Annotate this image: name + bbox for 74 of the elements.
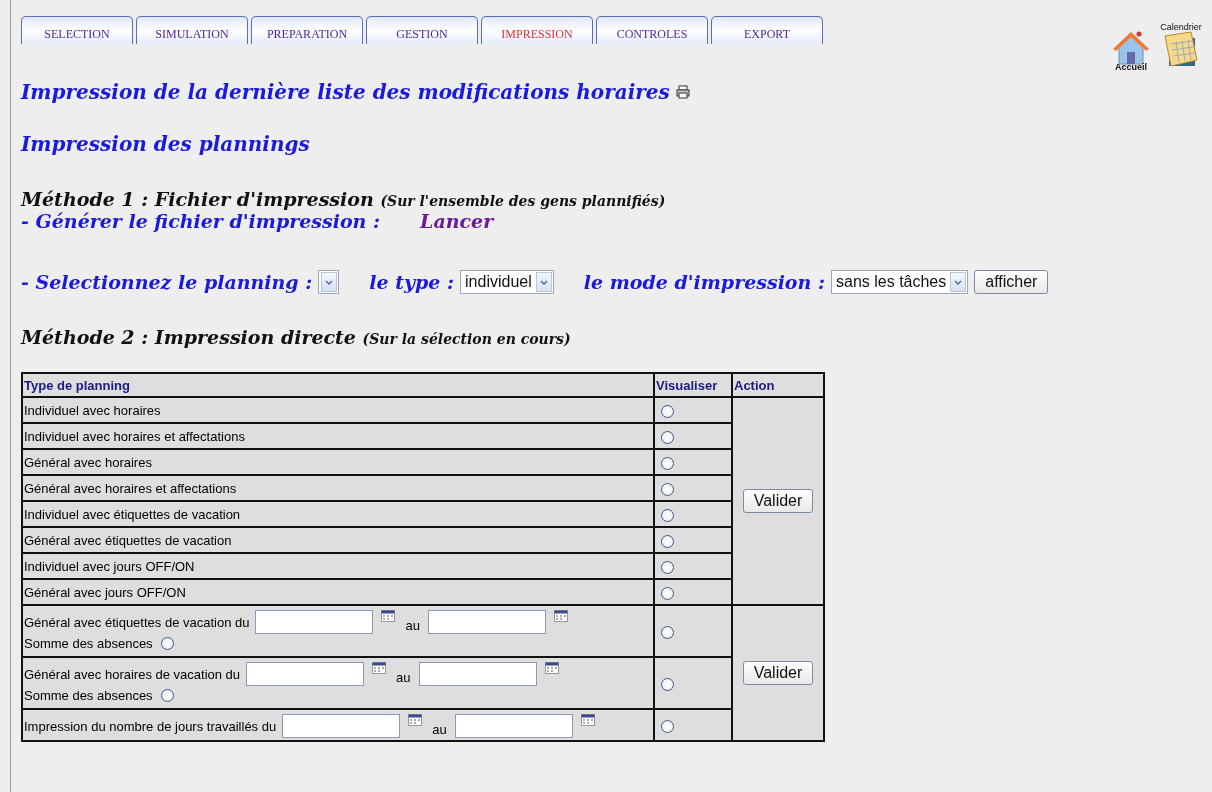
print-mode-select[interactable]: sans les tâches: [831, 270, 969, 294]
view-radio[interactable]: [661, 534, 674, 548]
start-date-field[interactable]: [255, 610, 374, 634]
view-radio[interactable]: [661, 677, 674, 691]
calendar-shortcut[interactable]: Calendrier: [1158, 18, 1204, 74]
planning-type-label: Général avec horaires: [24, 454, 152, 470]
last-modifications-link[interactable]: Impression de la dernière liste des modifications horaires: [21, 80, 670, 104]
view-radio[interactable]: [661, 482, 674, 496]
to-label: au: [405, 616, 420, 633]
nav-tab[interactable]: CONTROLES: [596, 16, 708, 44]
calendar-icon: [1161, 28, 1201, 68]
view-radio[interactable]: [661, 404, 674, 418]
planning-type-label: Individuel avec jours OFF/ON: [24, 558, 195, 574]
start-date-field[interactable]: [282, 714, 401, 738]
method-note: (Sur l'ensemble des gens plannifiés): [380, 193, 666, 209]
absence-sum-radio[interactable]: [160, 689, 174, 702]
nav-tab[interactable]: GESTION: [366, 16, 478, 44]
method-title: Méthode 1 : Fichier d'impression: [21, 188, 374, 210]
view-radio[interactable]: [661, 586, 674, 600]
calendar-icon[interactable]: [372, 662, 387, 674]
caret-icon: [539, 279, 548, 285]
home-shortcut[interactable]: Accueil: [1108, 18, 1154, 74]
view-radio[interactable]: [661, 456, 674, 470]
view-radio[interactable]: [661, 625, 674, 639]
column-header: Action: [732, 373, 824, 397]
absence-sum-label: Somme des absences: [24, 636, 153, 651]
view-radio[interactable]: [661, 508, 674, 522]
view-radio[interactable]: [661, 430, 674, 444]
caret-icon: [325, 279, 334, 285]
print-mode-label: le mode d'impression :: [583, 271, 825, 293]
nav-tab[interactable]: PREPARATION: [251, 16, 363, 44]
calendar-icon[interactable]: [408, 714, 423, 726]
end-date-field[interactable]: [418, 662, 537, 686]
launch-link[interactable]: Lancer: [420, 210, 494, 232]
calendar-icon[interactable]: [544, 662, 559, 674]
planning-type-label: Général avec étiquettes de vacation du: [24, 614, 250, 630]
method-note: (Sur la sélection en cours): [362, 331, 571, 347]
type-select[interactable]: individuel: [460, 270, 554, 294]
validate-button[interactable]: Valider: [742, 661, 814, 685]
planning-type-label: Impression du nombre de jours travaillés du: [24, 718, 277, 734]
nav-tab[interactable]: IMPRESSION: [481, 16, 593, 44]
absence-sum-radio[interactable]: [160, 637, 174, 650]
section-title: Impression des plannings: [21, 132, 311, 156]
planning-type-label: Général avec horaires de vacation du: [24, 666, 241, 682]
column-header: Visualiser: [654, 373, 732, 397]
calendar-icon[interactable]: [580, 714, 595, 726]
method-title: Méthode 2 : Impression directe: [21, 326, 356, 348]
to-label: au: [432, 720, 447, 737]
caret-icon: [954, 279, 963, 285]
printer-icon[interactable]: [675, 85, 690, 99]
start-date-field[interactable]: [246, 662, 365, 686]
nav-tab[interactable]: SIMULATION: [136, 16, 248, 44]
end-date-field[interactable]: [454, 714, 573, 738]
column-header: Type de planning: [22, 373, 654, 397]
generate-label: - Générer le fichier d'impression :: [21, 210, 381, 232]
calendar-icon[interactable]: [553, 610, 568, 622]
absence-sum-label: Somme des absences: [24, 688, 153, 703]
view-radio[interactable]: [661, 560, 674, 574]
planning-type-label: Général avec jours OFF/ON: [24, 584, 186, 600]
planning-type-label: Général avec étiquettes de vacation: [24, 532, 232, 548]
planning-label: - Selectionnez le planning :: [21, 271, 313, 293]
nav-tab[interactable]: EXPORT: [711, 16, 823, 44]
type-label: le type :: [369, 271, 455, 293]
planning-type-label: Général avec horaires et affectations: [24, 480, 237, 496]
planning-type-label: Individuel avec horaires: [24, 402, 161, 418]
planning-type-label: Individuel avec étiquettes de vacation: [24, 506, 241, 522]
view-radio[interactable]: [661, 719, 674, 733]
show-button[interactable]: afficher: [974, 270, 1049, 294]
planning-type-label: Individuel avec horaires et affectations: [24, 428, 245, 444]
calendar-icon[interactable]: [381, 610, 396, 622]
end-date-field[interactable]: [427, 610, 546, 634]
validate-button[interactable]: Valider: [742, 489, 814, 513]
to-label: au: [396, 668, 411, 685]
nav-tab[interactable]: SELECTION: [21, 16, 133, 44]
